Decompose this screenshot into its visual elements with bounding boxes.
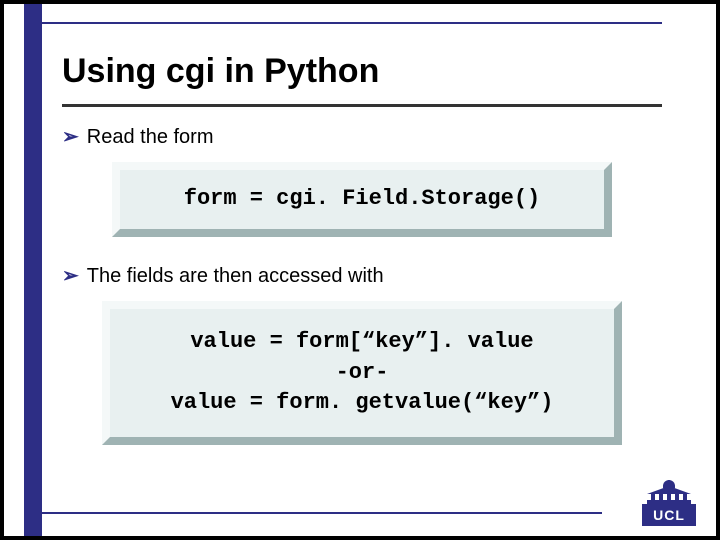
bullet-item: ➢ The fields are then accessed with bbox=[62, 263, 662, 289]
code-block: form = cgi. Field.Storage() bbox=[112, 162, 612, 237]
slide-content: ➢ Read the form form = cgi. Field.Storag… bbox=[62, 124, 662, 471]
slide: Using cgi in Python ➢ Read the form form… bbox=[4, 4, 716, 536]
left-stripe bbox=[24, 4, 42, 536]
bullet-text: Read the form bbox=[87, 124, 214, 150]
code-block: value = form[“key”]. value -or- value = … bbox=[102, 301, 622, 445]
bottom-divider bbox=[42, 512, 602, 514]
top-divider bbox=[42, 22, 662, 24]
chevron-right-icon: ➢ bbox=[62, 263, 79, 289]
bullet-text: The fields are then accessed with bbox=[87, 263, 384, 289]
chevron-right-icon: ➢ bbox=[62, 124, 79, 150]
bullet-item: ➢ Read the form bbox=[62, 124, 662, 150]
logo-text: UCL bbox=[642, 504, 696, 526]
title-underline bbox=[62, 104, 662, 107]
slide-title: Using cgi in Python bbox=[62, 52, 379, 91]
dome-icon bbox=[645, 480, 693, 506]
ucl-logo: UCL bbox=[642, 480, 696, 526]
